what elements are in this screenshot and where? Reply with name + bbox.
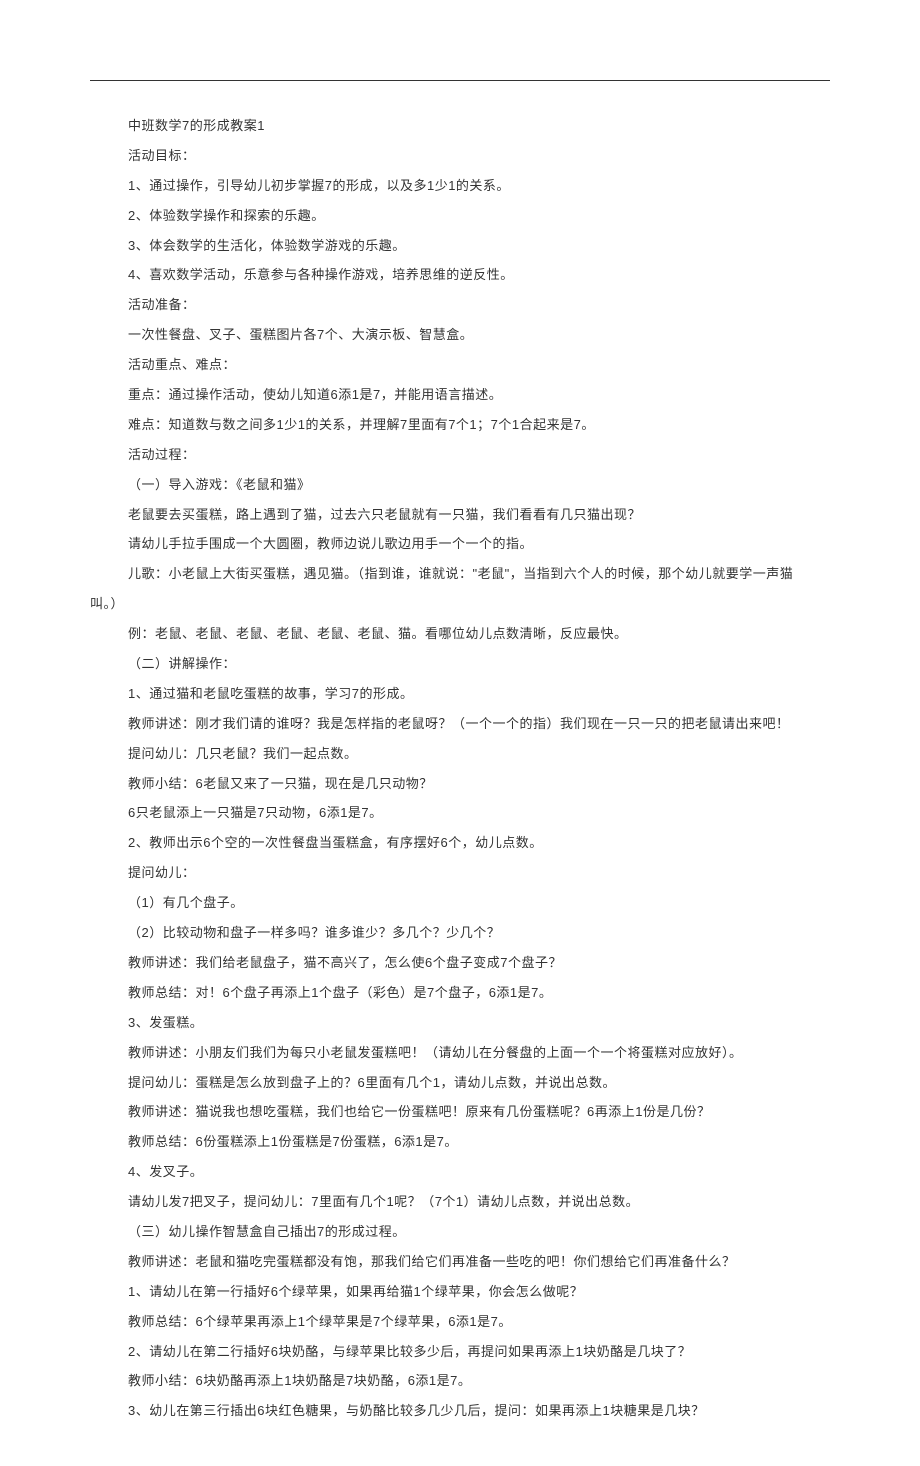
part2-4-line: 请幼儿发7把叉子，提问幼儿：7里面有几个1呢？（7个1）请幼儿点数，并说出总数。 [90,1187,830,1217]
lesson-title: 中班数学7的形成教案1 [90,111,830,141]
part2-2-header: 2、教师出示6个空的一次性餐盘当蛋糕盒，有序摆好6个，幼儿点数。 [90,828,830,858]
focus-header: 活动重点、难点： [90,350,830,380]
part2-2-line: 教师总结：对！6个盘子再添上1个盘子（彩色）是7个盘子，6添1是7。 [90,978,830,1008]
part2-3-line: 教师总结：6份蛋糕添上1份蛋糕是7份蛋糕，6添1是7。 [90,1127,830,1157]
part2-2-q1: （1）有几个盘子。 [90,888,830,918]
part3-header: （三）幼儿操作智慧盒自己插出7的形成过程。 [90,1217,830,1247]
focus-text: 重点：通过操作活动，使幼儿知道6添1是7，并能用语言描述。 [90,380,830,410]
part2-2-ask: 提问幼儿： [90,858,830,888]
part1-line: 请幼儿手拉手围成一个大圆圈，教师边说儿歌边用手一个一个的指。 [90,529,830,559]
part3-item: 2、请幼儿在第二行插好6块奶酪，与绿苹果比较多少后，再提问如果再添上1块奶酪是几… [90,1337,830,1367]
goal-item: 3、体会数学的生活化，体验数学游戏的乐趣。 [90,231,830,261]
part2-2-q2: （2）比较动物和盘子一样多吗？谁多谁少？多几个？少几个？ [90,918,830,948]
part2-1-line: 提问幼儿：几只老鼠？我们一起点数。 [90,739,830,769]
difficulty-text: 难点：知道数与数之间多1少1的关系，并理解7里面有7个1；7个1合起来是7。 [90,410,830,440]
part2-2-line: 教师讲述：我们给老鼠盘子，猫不高兴了，怎么使6个盘子变成7个盘子？ [90,948,830,978]
process-header: 活动过程： [90,440,830,470]
part2-1-line: 教师讲述：刚才我们请的谁呀？我是怎样指的老鼠呀？（一个一个的指）我们现在一只一只… [90,709,830,739]
part2-3-line: 提问幼儿：蛋糕是怎么放到盘子上的？6里面有几个1，请幼儿点数，并说出总数。 [90,1068,830,1098]
rhyme-line-suffix: 叫。） [90,589,830,619]
part2-1-line: 6只老鼠添上一只猫是7只动物，6添1是7。 [90,798,830,828]
goal-item: 1、通过操作，引导幼儿初步掌握7的形成，以及多1少1的关系。 [90,171,830,201]
part2-3-line: 教师讲述：猫说我也想吃蛋糕，我们也给它一份蛋糕吧！原来有几份蛋糕呢？6再添上1份… [90,1097,830,1127]
part3-item: 1、请幼儿在第一行插好6个绿苹果，如果再给猫1个绿苹果，你会怎么做呢？ [90,1277,830,1307]
part2-3-line: 教师讲述：小朋友们我们为每只小老鼠发蛋糕吧！（请幼儿在分餐盘的上面一个一个将蛋糕… [90,1038,830,1068]
goal-item: 2、体验数学操作和探索的乐趣。 [90,201,830,231]
part2-3-header: 3、发蛋糕。 [90,1008,830,1038]
part3-item: 教师小结：6块奶酪再添上1块奶酪是7块奶酪，6添1是7。 [90,1366,830,1396]
goal-item: 4、喜欢数学活动，乐意参与各种操作游戏，培养思维的逆反性。 [90,260,830,290]
page-divider [90,80,830,81]
part1-header: （一）导入游戏：《老鼠和猫》 [90,470,830,500]
part2-header: （二）讲解操作： [90,649,830,679]
part3-item: 教师总结：6个绿苹果再添上1个绿苹果是7个绿苹果，6添1是7。 [90,1307,830,1337]
example-line: 例：老鼠、老鼠、老鼠、老鼠、老鼠、老鼠、猫。看哪位幼儿点数清晰，反应最快。 [90,619,830,649]
part2-1-header: 1、通过猫和老鼠吃蛋糕的故事，学习7的形成。 [90,679,830,709]
goals-header: 活动目标： [90,141,830,171]
part3-item: 3、幼儿在第三行插出6块红色糖果，与奶酪比较多几少几后，提问：如果再添上1块糖果… [90,1396,830,1426]
part2-4-header: 4、发叉子。 [90,1157,830,1187]
part3-intro: 教师讲述：老鼠和猫吃完蛋糕都没有饱，那我们给它们再准备一些吃的吧！你们想给它们再… [90,1247,830,1277]
rhyme-line-prefix: 儿歌：小老鼠上大街买蛋糕，遇见猫。（指到谁，谁就说："老鼠"，当指到六个人的时候… [90,559,830,589]
prep-header: 活动准备： [90,290,830,320]
prep-text: 一次性餐盘、叉子、蛋糕图片各7个、大演示板、智慧盒。 [90,320,830,350]
part2-1-line: 教师小结：6老鼠又来了一只猫，现在是几只动物？ [90,769,830,799]
part1-line: 老鼠要去买蛋糕，路上遇到了猫，过去六只老鼠就有一只猫，我们看看有几只猫出现？ [90,500,830,530]
